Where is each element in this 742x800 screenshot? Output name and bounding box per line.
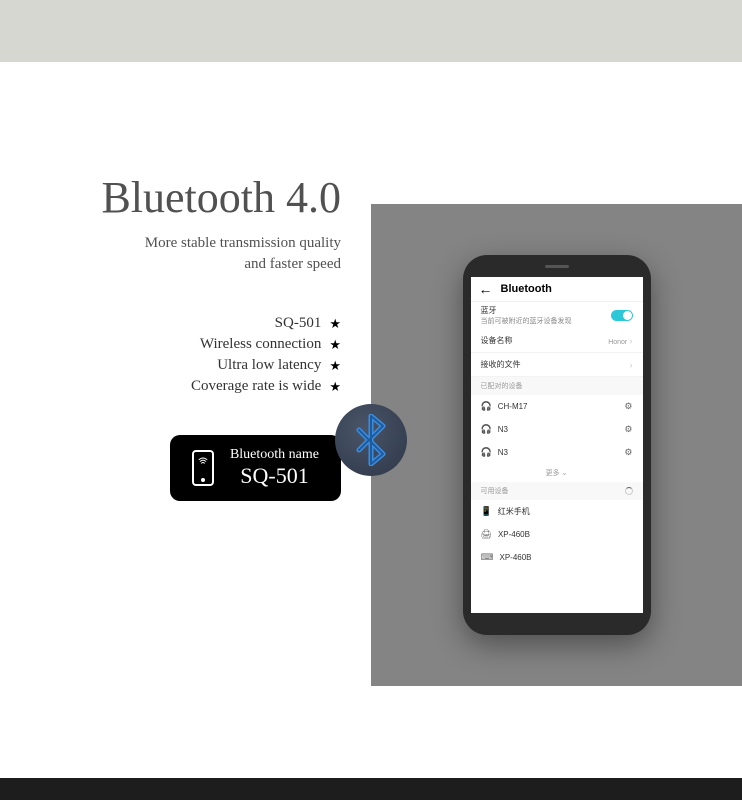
screen-header: ← Bluetooth — [471, 277, 643, 302]
subtitle-line-2: and faster speed — [244, 256, 341, 272]
phone-mockup-frame: ← Bluetooth 蓝牙 当前可被附近的蓝牙设备发现 设备名称 Honor … — [463, 255, 651, 635]
bluetooth-icon — [351, 414, 391, 466]
right-phone-section: ← Bluetooth 蓝牙 当前可被附近的蓝牙设备发现 设备名称 Honor … — [371, 204, 742, 686]
spinner-icon — [625, 487, 633, 495]
phone-wifi-icon — [192, 450, 214, 486]
device-left: 🎧 CH-M17 — [481, 401, 528, 412]
star-icon: ★ — [329, 316, 341, 332]
chevron-right-icon: › — [630, 336, 633, 346]
headphones-icon: 🎧 — [481, 447, 492, 458]
gear-icon[interactable]: ⚙ — [624, 424, 632, 435]
badge-text-container: Bluetooth name SQ-501 — [230, 447, 319, 489]
paired-section-label: 已配对的设备 — [471, 377, 643, 395]
feature-item: Ultra low latency ★ — [217, 357, 341, 374]
subtitle-line-1: More stable transmission quality — [145, 235, 341, 251]
available-device-row[interactable]: 🖨 XP-460B — [471, 523, 643, 546]
bluetooth-name-badge: Bluetooth name SQ-501 — [170, 435, 341, 501]
headphones-icon: 🎧 — [481, 424, 492, 435]
phone-screen: ← Bluetooth 蓝牙 当前可被附近的蓝牙设备发现 设备名称 Honor … — [471, 277, 643, 613]
phone-icon: 📱 — [481, 506, 492, 517]
badge-device-name: SQ-501 — [240, 463, 308, 489]
gear-icon[interactable]: ⚙ — [624, 401, 632, 412]
feature-text: Wireless connection — [200, 336, 321, 353]
device-left: 📱 红米手机 — [481, 506, 530, 517]
wifi-arcs-icon — [197, 455, 209, 467]
bluetooth-toggle-switch[interactable] — [611, 310, 633, 321]
bluetooth-toggle-row: 蓝牙 当前可被附近的蓝牙设备发现 — [471, 302, 643, 329]
gear-icon[interactable]: ⚙ — [624, 447, 632, 458]
feature-item: Wireless connection ★ — [200, 336, 341, 353]
feature-text: Ultra low latency — [217, 357, 321, 374]
more-row[interactable]: 更多 ⌄ — [471, 464, 643, 482]
phone-speaker — [545, 265, 569, 268]
feature-item: SQ-501 ★ — [275, 315, 341, 332]
headphones-icon: 🎧 — [481, 401, 492, 412]
device-name: XP-460B — [500, 553, 532, 562]
feature-item: Coverage rate is wide ★ — [191, 378, 341, 395]
paired-device-row[interactable]: 🎧 CH-M17 ⚙ — [471, 395, 643, 418]
page-heading: Bluetooth 4.0 — [101, 172, 341, 223]
feature-text: SQ-501 — [275, 315, 322, 332]
bluetooth-toggle-label: 蓝牙 — [481, 305, 572, 316]
device-name-row[interactable]: 设备名称 Honor › — [471, 329, 643, 353]
star-icon: ★ — [329, 358, 341, 374]
bluetooth-small-icon: ⌨ — [481, 552, 494, 563]
device-name: N3 — [498, 448, 508, 457]
received-files-row[interactable]: 接收的文件 › — [471, 353, 643, 377]
left-content-section: Bluetooth 4.0 More stable transmission q… — [0, 62, 371, 762]
bluetooth-toggle-sublabel: 当前可被附近的蓝牙设备发现 — [481, 316, 572, 326]
device-name: XP-460B — [498, 530, 530, 539]
bluetooth-circle-badge — [335, 404, 407, 476]
available-device-row[interactable]: ⌨ XP-460B — [471, 546, 643, 569]
device-name: CH-M17 — [498, 402, 528, 411]
main-container: Bluetooth 4.0 More stable transmission q… — [0, 62, 742, 762]
device-left: 🎧 N3 — [481, 447, 508, 458]
bluetooth-toggle-labels: 蓝牙 当前可被附近的蓝牙设备发现 — [481, 305, 572, 326]
back-arrow-icon[interactable]: ← — [479, 281, 493, 297]
device-left: 🎧 N3 — [481, 424, 508, 435]
device-name-value: Honor › — [608, 336, 632, 346]
subtitle: More stable transmission quality and fas… — [145, 233, 341, 275]
badge-label: Bluetooth name — [230, 447, 319, 463]
paired-device-row[interactable]: 🎧 N3 ⚙ — [471, 441, 643, 464]
paired-device-row[interactable]: 🎧 N3 ⚙ — [471, 418, 643, 441]
printer-icon: 🖨 — [481, 529, 492, 540]
chevron-right-icon: › — [630, 360, 633, 370]
available-section-label: 可用设备 — [471, 482, 643, 500]
feature-text: Coverage rate is wide — [191, 378, 321, 395]
star-icon: ★ — [329, 379, 341, 395]
top-decorative-bar — [0, 0, 742, 62]
device-left: ⌨ XP-460B — [481, 552, 532, 563]
chevron-down-icon: ⌄ — [562, 470, 568, 477]
star-icon: ★ — [329, 337, 341, 353]
available-device-row[interactable]: 📱 红米手机 — [471, 500, 643, 523]
device-left: 🖨 XP-460B — [481, 529, 530, 540]
bottom-bar — [0, 778, 742, 800]
feature-list: SQ-501 ★ Wireless connection ★ Ultra low… — [191, 315, 341, 395]
screen-title: Bluetooth — [501, 283, 552, 295]
device-name-label: 设备名称 — [481, 335, 513, 346]
device-name: N3 — [498, 425, 508, 434]
received-files-label: 接收的文件 — [481, 359, 521, 370]
device-name: 红米手机 — [498, 506, 530, 517]
